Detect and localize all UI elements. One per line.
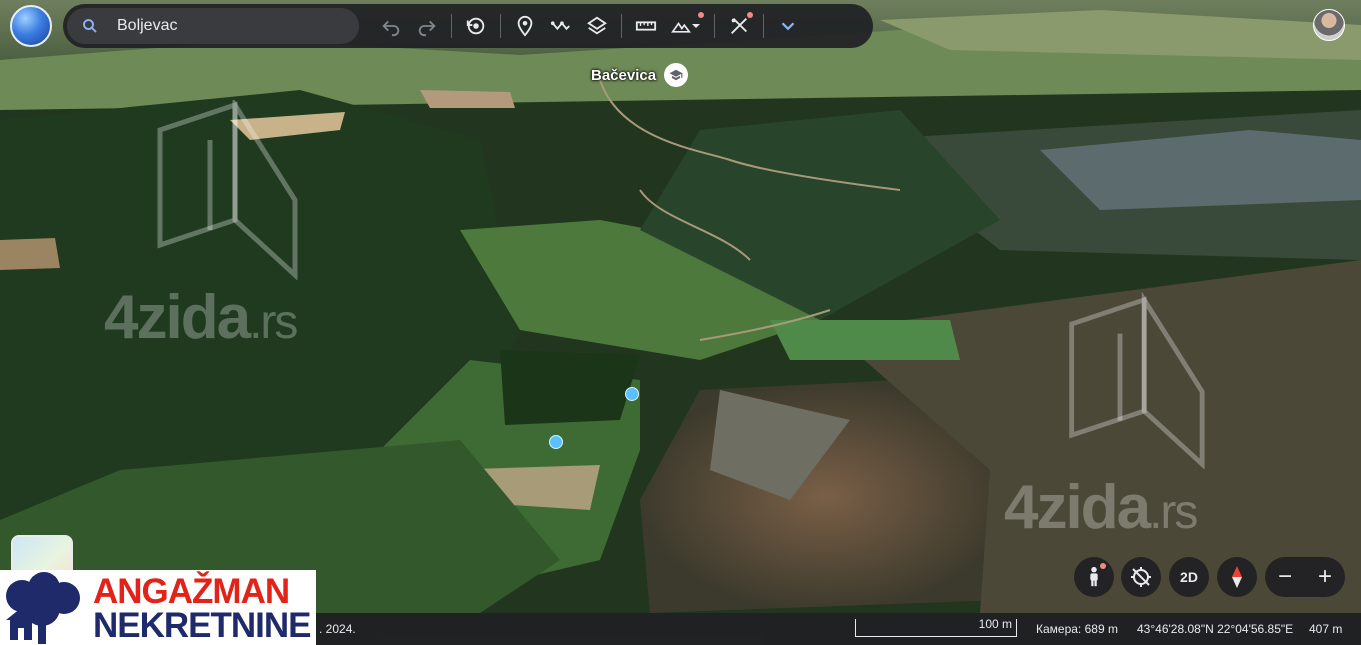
tools-button[interactable] <box>721 8 757 44</box>
imagery-date: . 2024. <box>319 622 356 636</box>
add-placemark-button[interactable] <box>507 8 543 44</box>
earth-globe-button[interactable] <box>10 5 52 47</box>
layers-button[interactable] <box>579 8 615 44</box>
toolbar-separator <box>500 14 501 38</box>
company-logo: ANGAŽMAN NEKRETNINE <box>0 570 316 645</box>
notification-dot <box>1100 563 1106 569</box>
location-marker[interactable] <box>549 435 563 449</box>
search-icon[interactable] <box>81 17 99 35</box>
add-path-button[interactable] <box>543 8 579 44</box>
pegman-icon <box>1090 566 1098 587</box>
place-label[interactable]: Bačevica <box>591 63 689 87</box>
history-icon <box>466 17 485 35</box>
watermark-text: 4zida.rs <box>104 283 298 352</box>
reset-tilt-button[interactable] <box>1121 557 1161 597</box>
expand-toolbar-button[interactable] <box>770 8 806 44</box>
compass-icon <box>1232 566 1242 588</box>
history-button[interactable] <box>458 8 494 44</box>
scale-bar: 100 m <box>855 617 1017 637</box>
view-mode-button[interactable]: 2D <box>1169 557 1209 597</box>
layers-icon <box>587 16 607 35</box>
compass-button[interactable] <box>1217 557 1257 597</box>
no-tilt-icon <box>1131 567 1151 587</box>
notification-dot <box>747 12 753 18</box>
ruler-icon <box>635 21 657 31</box>
street-view-button[interactable] <box>1074 557 1114 597</box>
redo-button[interactable] <box>409 8 445 44</box>
toolbar-separator <box>714 14 715 38</box>
caret-down-icon <box>692 24 700 28</box>
terrain-icon <box>671 22 691 33</box>
school-icon[interactable] <box>664 63 689 87</box>
toolbar-separator <box>763 14 764 38</box>
zoom-control: − + <box>1265 557 1345 597</box>
tools-icon <box>731 18 747 34</box>
undo-button[interactable] <box>373 8 409 44</box>
redo-icon <box>418 20 436 37</box>
measure-button[interactable] <box>628 8 664 44</box>
undo-icon <box>382 20 400 37</box>
coordinates-readout: 43°46'28.08"N 22°04'56.85"E <box>1137 622 1294 636</box>
chevron-down-icon <box>781 22 795 31</box>
map-viewport[interactable]: 4zida.rs 4zida.rs Bačevica Boljevac 2D −… <box>0 0 1361 645</box>
camera-altitude: Камера: 689 m <box>1036 622 1118 636</box>
watermark-text: 4zida.rs <box>1004 473 1198 542</box>
toolbar-separator <box>451 14 452 38</box>
toolbar-separator <box>621 14 622 38</box>
user-avatar[interactable] <box>1313 9 1345 41</box>
search-input[interactable] <box>117 17 347 35</box>
pin-icon <box>517 15 533 37</box>
zoom-in-button[interactable]: + <box>1318 563 1332 591</box>
map-style-button[interactable] <box>664 8 708 44</box>
zoom-out-button[interactable]: − <box>1278 563 1292 591</box>
path-icon <box>550 21 570 31</box>
watermark-logo-icon <box>1069 292 1205 470</box>
elevation-readout: 407 m <box>1309 622 1343 636</box>
scale-label: 100 m <box>978 617 1012 631</box>
logo-line-2: NEKRETNINE <box>93 606 312 645</box>
watermark-logo-icon <box>157 100 298 280</box>
search-box[interactable] <box>67 8 359 44</box>
tree-house-logo-icon <box>6 572 80 644</box>
top-toolbar <box>63 4 873 48</box>
location-marker[interactable] <box>625 387 639 401</box>
place-name: Bačevica <box>591 66 657 84</box>
notification-dot <box>698 12 704 18</box>
